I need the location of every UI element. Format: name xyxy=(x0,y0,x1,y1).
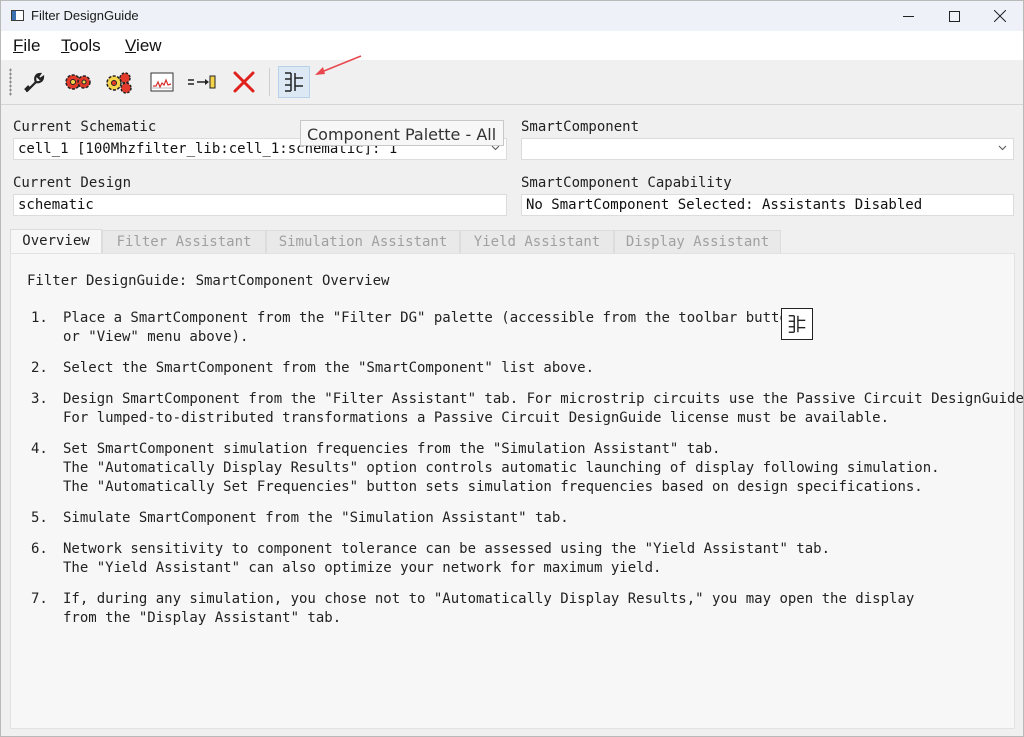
tab-simulation-assistant[interactable]: Simulation Assistant xyxy=(266,230,460,253)
menu-file[interactable]: File xyxy=(13,36,40,56)
toolbar-separator xyxy=(269,68,270,96)
wrench-icon xyxy=(24,72,45,93)
app-window-icon xyxy=(11,10,24,21)
toolbar xyxy=(1,60,1023,105)
capability-label: SmartComponent Capability xyxy=(521,175,732,191)
toolbar-button-wrench[interactable] xyxy=(19,66,51,98)
smartcomponent-label: SmartComponent xyxy=(521,119,640,135)
toolbar-button-delete[interactable] xyxy=(228,66,260,98)
component-arrow-icon xyxy=(188,75,216,89)
current-design-field[interactable]: schematic xyxy=(13,194,507,216)
component-palette-icon xyxy=(788,315,806,333)
window-title: Filter DesignGuide xyxy=(31,8,139,23)
current-design-label: Current Design xyxy=(13,175,132,191)
close-button[interactable] xyxy=(977,1,1023,31)
toolbar-button-component-palette[interactable] xyxy=(278,66,310,98)
tab-yield-assistant[interactable]: Yield Assistant xyxy=(460,230,614,253)
graph-icon xyxy=(150,72,174,92)
minimize-icon xyxy=(902,15,914,17)
current-schematic-label: Current Schematic xyxy=(13,119,157,135)
gears-red-icon xyxy=(65,74,91,90)
toolbar-grip[interactable] xyxy=(9,68,12,96)
tab-filter-assistant[interactable]: Filter Assistant xyxy=(102,230,266,253)
annotation-arrow-icon xyxy=(315,55,362,75)
close-icon xyxy=(994,10,1006,22)
toolbar-button-simulate[interactable] xyxy=(103,66,135,98)
capability-field: No SmartComponent Selected: Assistants D… xyxy=(521,194,1014,216)
chevron-down-icon xyxy=(998,145,1007,151)
menu-bar: File Tools View xyxy=(1,31,1023,60)
toolbar-tooltip: Component Palette - All xyxy=(300,120,504,146)
minimize-button[interactable] xyxy=(885,1,931,31)
title-bar[interactable]: Filter DesignGuide xyxy=(1,1,1023,31)
component-palette-icon xyxy=(285,72,303,92)
maximize-button[interactable] xyxy=(931,1,977,31)
smartcomponent-combo[interactable] xyxy=(521,138,1014,160)
tab-overview[interactable]: Overview xyxy=(10,229,102,254)
gears-multi-icon xyxy=(106,72,132,94)
app-window: Filter DesignGuide File Tools View Curre… xyxy=(0,0,1024,737)
overview-title: Filter DesignGuide: SmartComponent Overv… xyxy=(27,273,390,289)
inline-component-palette-icon xyxy=(781,308,813,340)
menu-tools[interactable]: Tools xyxy=(61,36,101,56)
toolbar-button-display[interactable] xyxy=(146,66,178,98)
toolbar-button-place-component[interactable] xyxy=(186,66,218,98)
current-design-value: schematic xyxy=(18,197,94,213)
overview-panel: Filter DesignGuide: SmartComponent Overv… xyxy=(10,253,1024,729)
delete-x-icon xyxy=(233,71,255,93)
maximize-icon xyxy=(948,10,960,22)
tab-display-assistant[interactable]: Display Assistant xyxy=(614,230,781,253)
menu-view[interactable]: View xyxy=(125,36,162,56)
toolbar-button-design[interactable] xyxy=(62,66,94,98)
capability-value: No SmartComponent Selected: Assistants D… xyxy=(526,197,923,213)
tab-bar: Overview Filter Assistant Simulation Ass… xyxy=(10,229,1015,254)
